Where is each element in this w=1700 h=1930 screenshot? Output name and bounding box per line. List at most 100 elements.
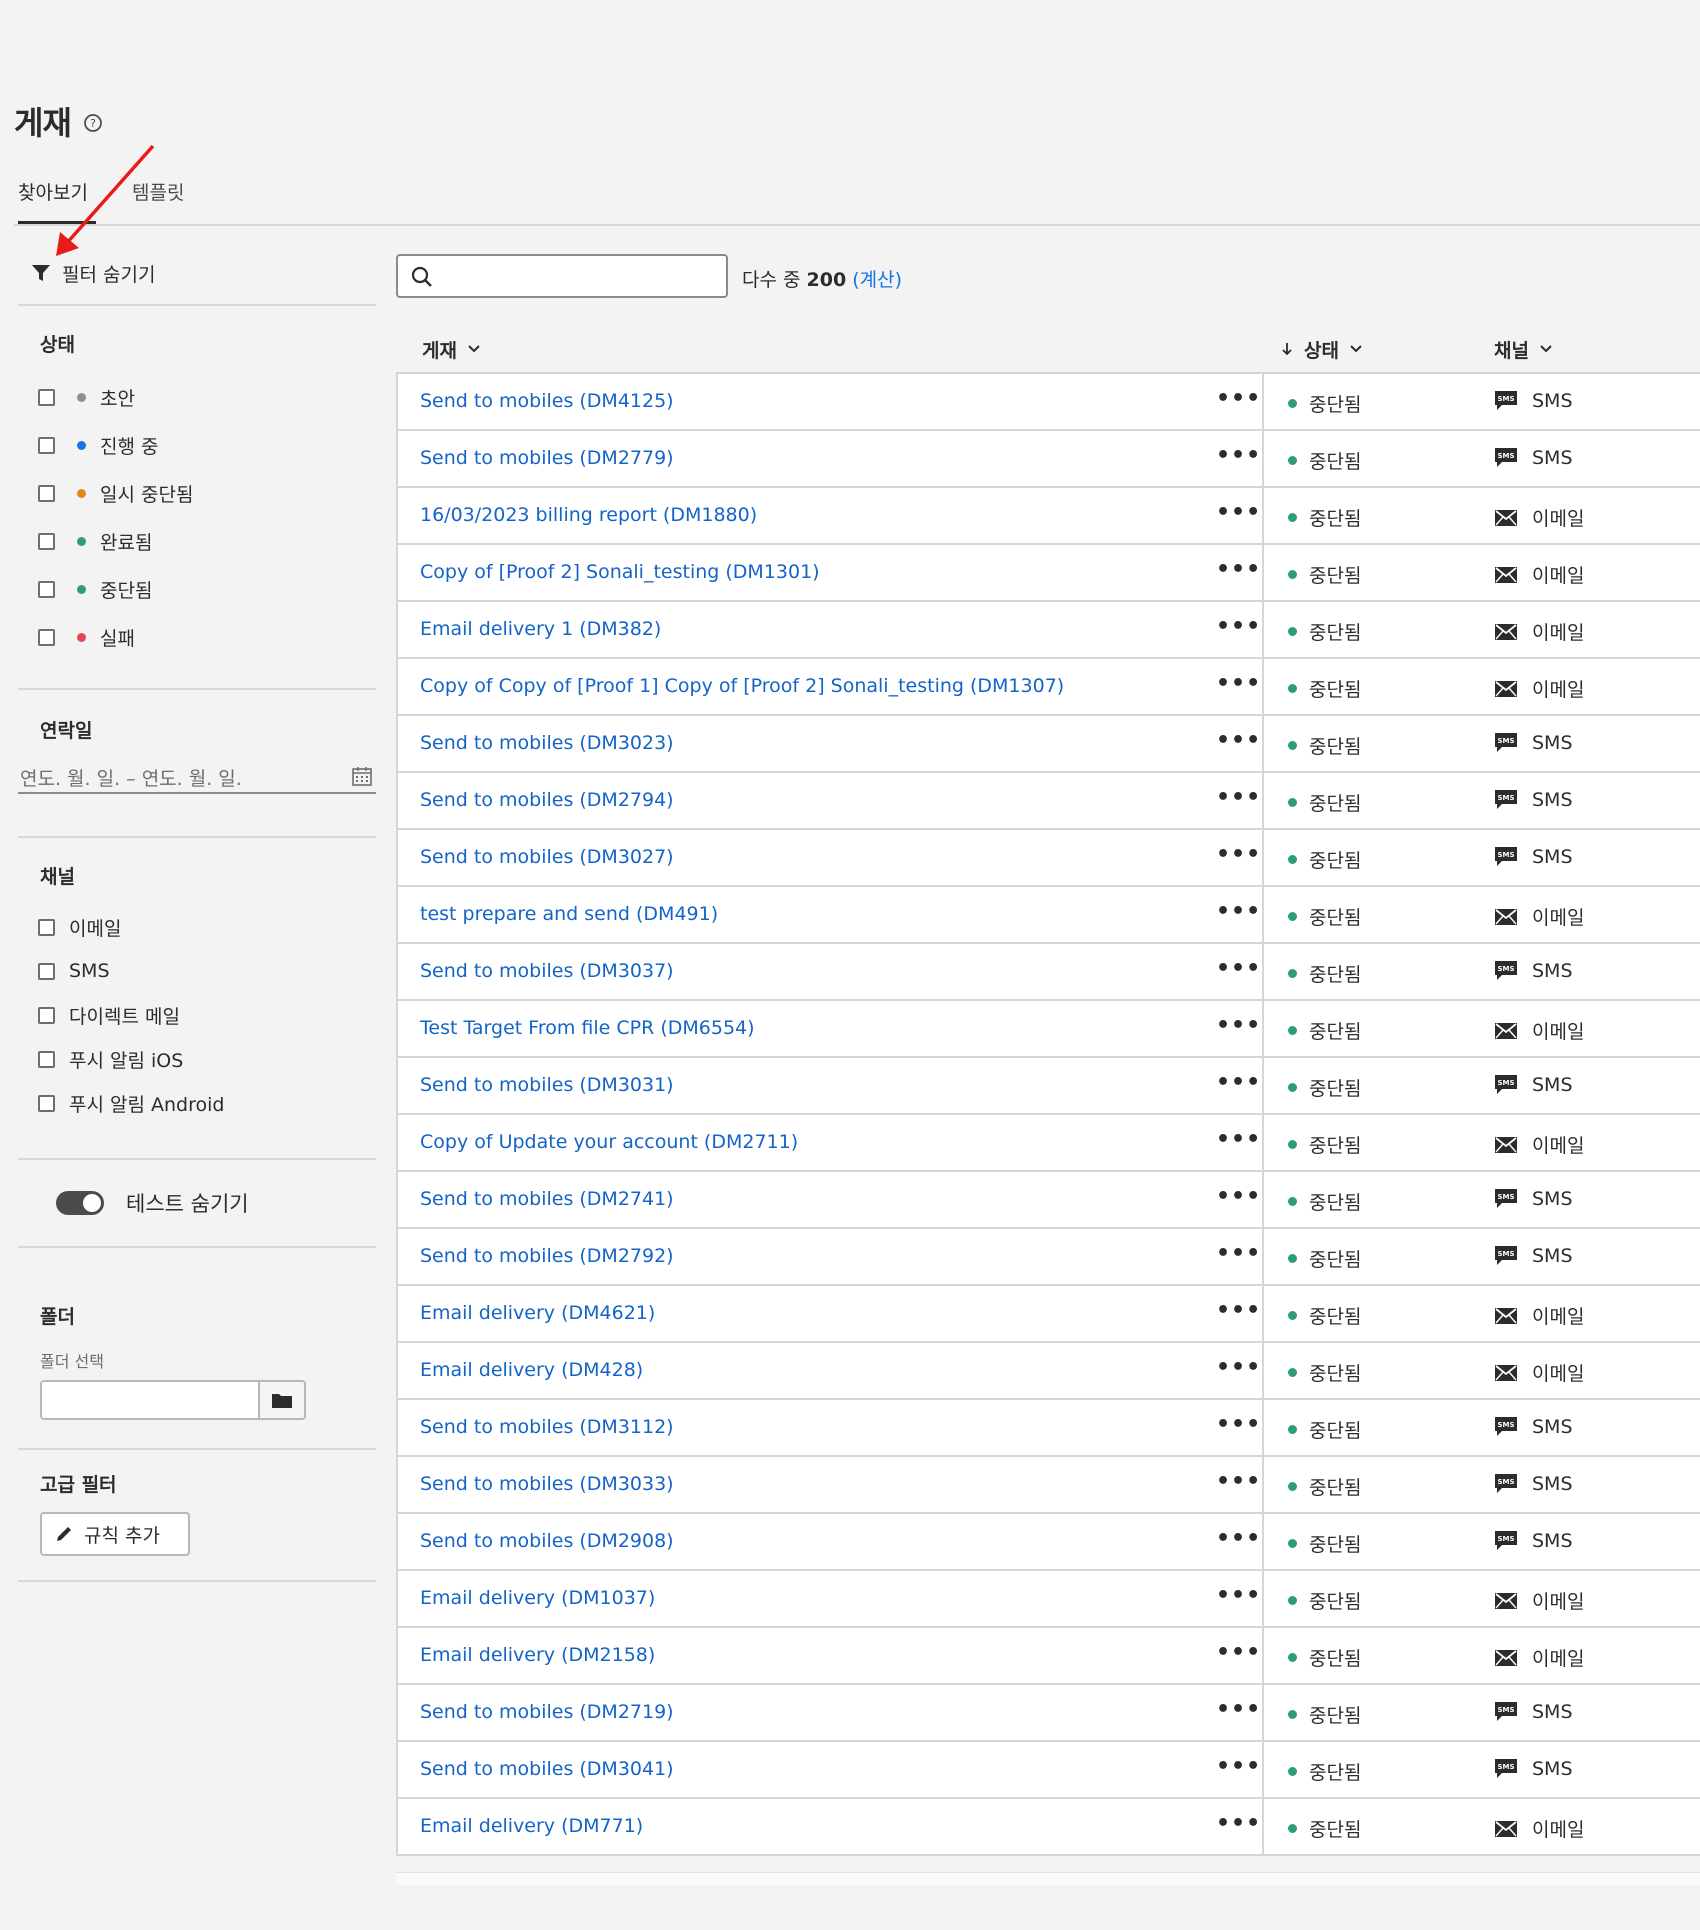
- delivery-name-link[interactable]: Email delivery (DM2158): [420, 1644, 655, 1666]
- table-row[interactable]: Send to mobiles (DM2741) ••• 중단됨 SMS SMS: [398, 1172, 1700, 1229]
- column-header-status[interactable]: 상태: [1280, 334, 1363, 364]
- delivery-name-link[interactable]: Send to mobiles (DM3027): [420, 846, 674, 868]
- more-actions-button[interactable]: •••: [1216, 956, 1261, 981]
- table-row[interactable]: Email delivery (DM2158) ••• 중단됨 이메일: [398, 1628, 1700, 1685]
- more-actions-button[interactable]: •••: [1216, 1754, 1261, 1779]
- delivery-name-link[interactable]: Send to mobiles (DM3023): [420, 732, 674, 754]
- more-actions-button[interactable]: •••: [1216, 500, 1261, 525]
- delivery-name-link[interactable]: Send to mobiles (DM3033): [420, 1473, 674, 1495]
- more-actions-button[interactable]: •••: [1216, 386, 1261, 411]
- delivery-name-link[interactable]: Copy of Copy of [Proof 1] Copy of [Proof…: [420, 675, 1064, 697]
- more-actions-button[interactable]: •••: [1216, 1640, 1261, 1665]
- table-row[interactable]: Test Target From file CPR (DM6554) ••• 중단됨…: [398, 1001, 1700, 1058]
- delivery-name-link[interactable]: Email delivery (DM428): [420, 1359, 643, 1381]
- delivery-name-link[interactable]: test prepare and send (DM491): [420, 903, 718, 925]
- help-circle-icon[interactable]: ?: [82, 112, 104, 134]
- table-row[interactable]: Send to mobiles (DM3023) ••• 중단됨 SMS SMS: [398, 716, 1700, 773]
- channel-checkbox[interactable]: [38, 918, 55, 936]
- more-actions-button[interactable]: •••: [1216, 1127, 1261, 1152]
- table-row[interactable]: Send to mobiles (DM3037) ••• 중단됨 SMS SMS: [398, 944, 1700, 1001]
- status-filter-option[interactable]: 완료됨: [38, 528, 152, 554]
- delivery-name-link[interactable]: Send to mobiles (DM4125): [420, 390, 674, 412]
- status-checkbox[interactable]: [38, 580, 55, 598]
- calendar-icon[interactable]: [350, 764, 374, 788]
- delivery-name-link[interactable]: Send to mobiles (DM3031): [420, 1074, 674, 1096]
- status-filter-option[interactable]: 진행 중: [38, 432, 158, 458]
- hide-tests-switch[interactable]: [56, 1191, 104, 1215]
- more-actions-button[interactable]: •••: [1216, 1013, 1261, 1038]
- calculate-link[interactable]: (계산): [852, 269, 902, 291]
- channel-filter-option[interactable]: 푸시 알림 iOS: [38, 1046, 183, 1072]
- table-row[interactable]: Send to mobiles (DM4125) ••• 중단됨 SMS SMS: [398, 374, 1700, 431]
- search-input[interactable]: [396, 254, 728, 298]
- more-actions-button[interactable]: •••: [1216, 1070, 1261, 1095]
- delivery-name-link[interactable]: Copy of Update your account (DM2711): [420, 1131, 798, 1153]
- tab-templates[interactable]: 템플릿: [132, 178, 184, 205]
- delivery-name-link[interactable]: Email delivery (DM1037): [420, 1587, 655, 1609]
- more-actions-button[interactable]: •••: [1216, 728, 1261, 753]
- channel-filter-option[interactable]: 다이렉트 메일: [38, 1002, 180, 1028]
- contact-date-range-input[interactable]: 연도. 월. 일. – 연도. 월. 일.: [18, 762, 376, 794]
- tab-browse[interactable]: 찾아보기: [18, 178, 88, 205]
- more-actions-button[interactable]: •••: [1216, 1355, 1261, 1380]
- delivery-name-link[interactable]: Send to mobiles (DM2794): [420, 789, 674, 811]
- more-actions-button[interactable]: •••: [1216, 443, 1261, 468]
- delivery-name-link[interactable]: Copy of [Proof 2] Sonali_testing (DM1301…: [420, 561, 820, 583]
- folder-input[interactable]: [40, 1380, 260, 1420]
- channel-checkbox[interactable]: [38, 1094, 55, 1112]
- more-actions-button[interactable]: •••: [1216, 785, 1261, 810]
- hide-filters-button[interactable]: 필터 숨기기: [30, 260, 155, 286]
- delivery-name-link[interactable]: Send to mobiles (DM3041): [420, 1758, 674, 1780]
- table-row[interactable]: Send to mobiles (DM3112) ••• 중단됨 SMS SMS: [398, 1400, 1700, 1457]
- channel-filter-option[interactable]: SMS: [38, 958, 110, 984]
- more-actions-button[interactable]: •••: [1216, 1583, 1261, 1608]
- column-header-channel[interactable]: 채널: [1494, 334, 1553, 364]
- more-actions-button[interactable]: •••: [1216, 671, 1261, 696]
- add-rule-button[interactable]: 규칙 추가: [40, 1512, 190, 1556]
- status-filter-option[interactable]: 실패: [38, 624, 135, 650]
- table-row[interactable]: Send to mobiles (DM3033) ••• 중단됨 SMS SMS: [398, 1457, 1700, 1514]
- delivery-name-link[interactable]: Send to mobiles (DM3037): [420, 960, 674, 982]
- delivery-name-link[interactable]: Email delivery (DM771): [420, 1815, 643, 1837]
- table-row[interactable]: Email delivery (DM1037) ••• 중단됨 이메일: [398, 1571, 1700, 1628]
- channel-filter-option[interactable]: 푸시 알림 Android: [38, 1090, 224, 1116]
- delivery-name-link[interactable]: Send to mobiles (DM2741): [420, 1188, 674, 1210]
- table-row[interactable]: Send to mobiles (DM2792) ••• 중단됨 SMS SMS: [398, 1229, 1700, 1286]
- status-checkbox[interactable]: [38, 532, 55, 550]
- more-actions-button[interactable]: •••: [1216, 1526, 1261, 1551]
- more-actions-button[interactable]: •••: [1216, 842, 1261, 867]
- hide-tests-toggle[interactable]: 테스트 숨기기: [56, 1188, 249, 1218]
- folder-picker-button[interactable]: [258, 1380, 306, 1420]
- delivery-name-link[interactable]: Send to mobiles (DM2719): [420, 1701, 674, 1723]
- table-row[interactable]: test prepare and send (DM491) ••• 중단됨 이메일: [398, 887, 1700, 944]
- delivery-name-link[interactable]: Test Target From file CPR (DM6554): [420, 1017, 755, 1039]
- delivery-name-link[interactable]: Email delivery (DM4621): [420, 1302, 655, 1324]
- status-checkbox[interactable]: [38, 436, 55, 454]
- channel-filter-option[interactable]: 이메일: [38, 914, 121, 940]
- more-actions-button[interactable]: •••: [1216, 1241, 1261, 1266]
- table-row[interactable]: Copy of Update your account (DM2711) ••• 중…: [398, 1115, 1700, 1172]
- status-filter-option[interactable]: 일시 중단됨: [38, 480, 193, 506]
- column-header-name[interactable]: 게재: [422, 334, 481, 364]
- table-row[interactable]: Email delivery 1 (DM382) ••• 중단됨 이메일: [398, 602, 1700, 659]
- more-actions-button[interactable]: •••: [1216, 1811, 1261, 1836]
- table-row[interactable]: Send to mobiles (DM2908) ••• 중단됨 SMS SMS: [398, 1514, 1700, 1571]
- more-actions-button[interactable]: •••: [1216, 557, 1261, 582]
- channel-checkbox[interactable]: [38, 962, 55, 980]
- more-actions-button[interactable]: •••: [1216, 1697, 1261, 1722]
- more-actions-button[interactable]: •••: [1216, 1298, 1261, 1323]
- channel-checkbox[interactable]: [38, 1006, 55, 1024]
- table-row[interactable]: Copy of Copy of [Proof 1] Copy of [Proof…: [398, 659, 1700, 716]
- table-row[interactable]: Send to mobiles (DM3027) ••• 중단됨 SMS SMS: [398, 830, 1700, 887]
- status-filter-option[interactable]: 초안: [38, 384, 135, 410]
- status-filter-option[interactable]: 중단됨: [38, 576, 152, 602]
- table-row[interactable]: Send to mobiles (DM2794) ••• 중단됨 SMS SMS: [398, 773, 1700, 830]
- status-checkbox[interactable]: [38, 484, 55, 502]
- delivery-name-link[interactable]: Send to mobiles (DM2792): [420, 1245, 674, 1267]
- table-row[interactable]: Send to mobiles (DM3031) ••• 중단됨 SMS SMS: [398, 1058, 1700, 1115]
- more-actions-button[interactable]: •••: [1216, 1469, 1261, 1494]
- table-row[interactable]: Send to mobiles (DM2779) ••• 중단됨 SMS SMS: [398, 431, 1700, 488]
- more-actions-button[interactable]: •••: [1216, 1184, 1261, 1209]
- table-row[interactable]: Copy of [Proof 2] Sonali_testing (DM1301…: [398, 545, 1700, 602]
- delivery-name-link[interactable]: Email delivery 1 (DM382): [420, 618, 661, 640]
